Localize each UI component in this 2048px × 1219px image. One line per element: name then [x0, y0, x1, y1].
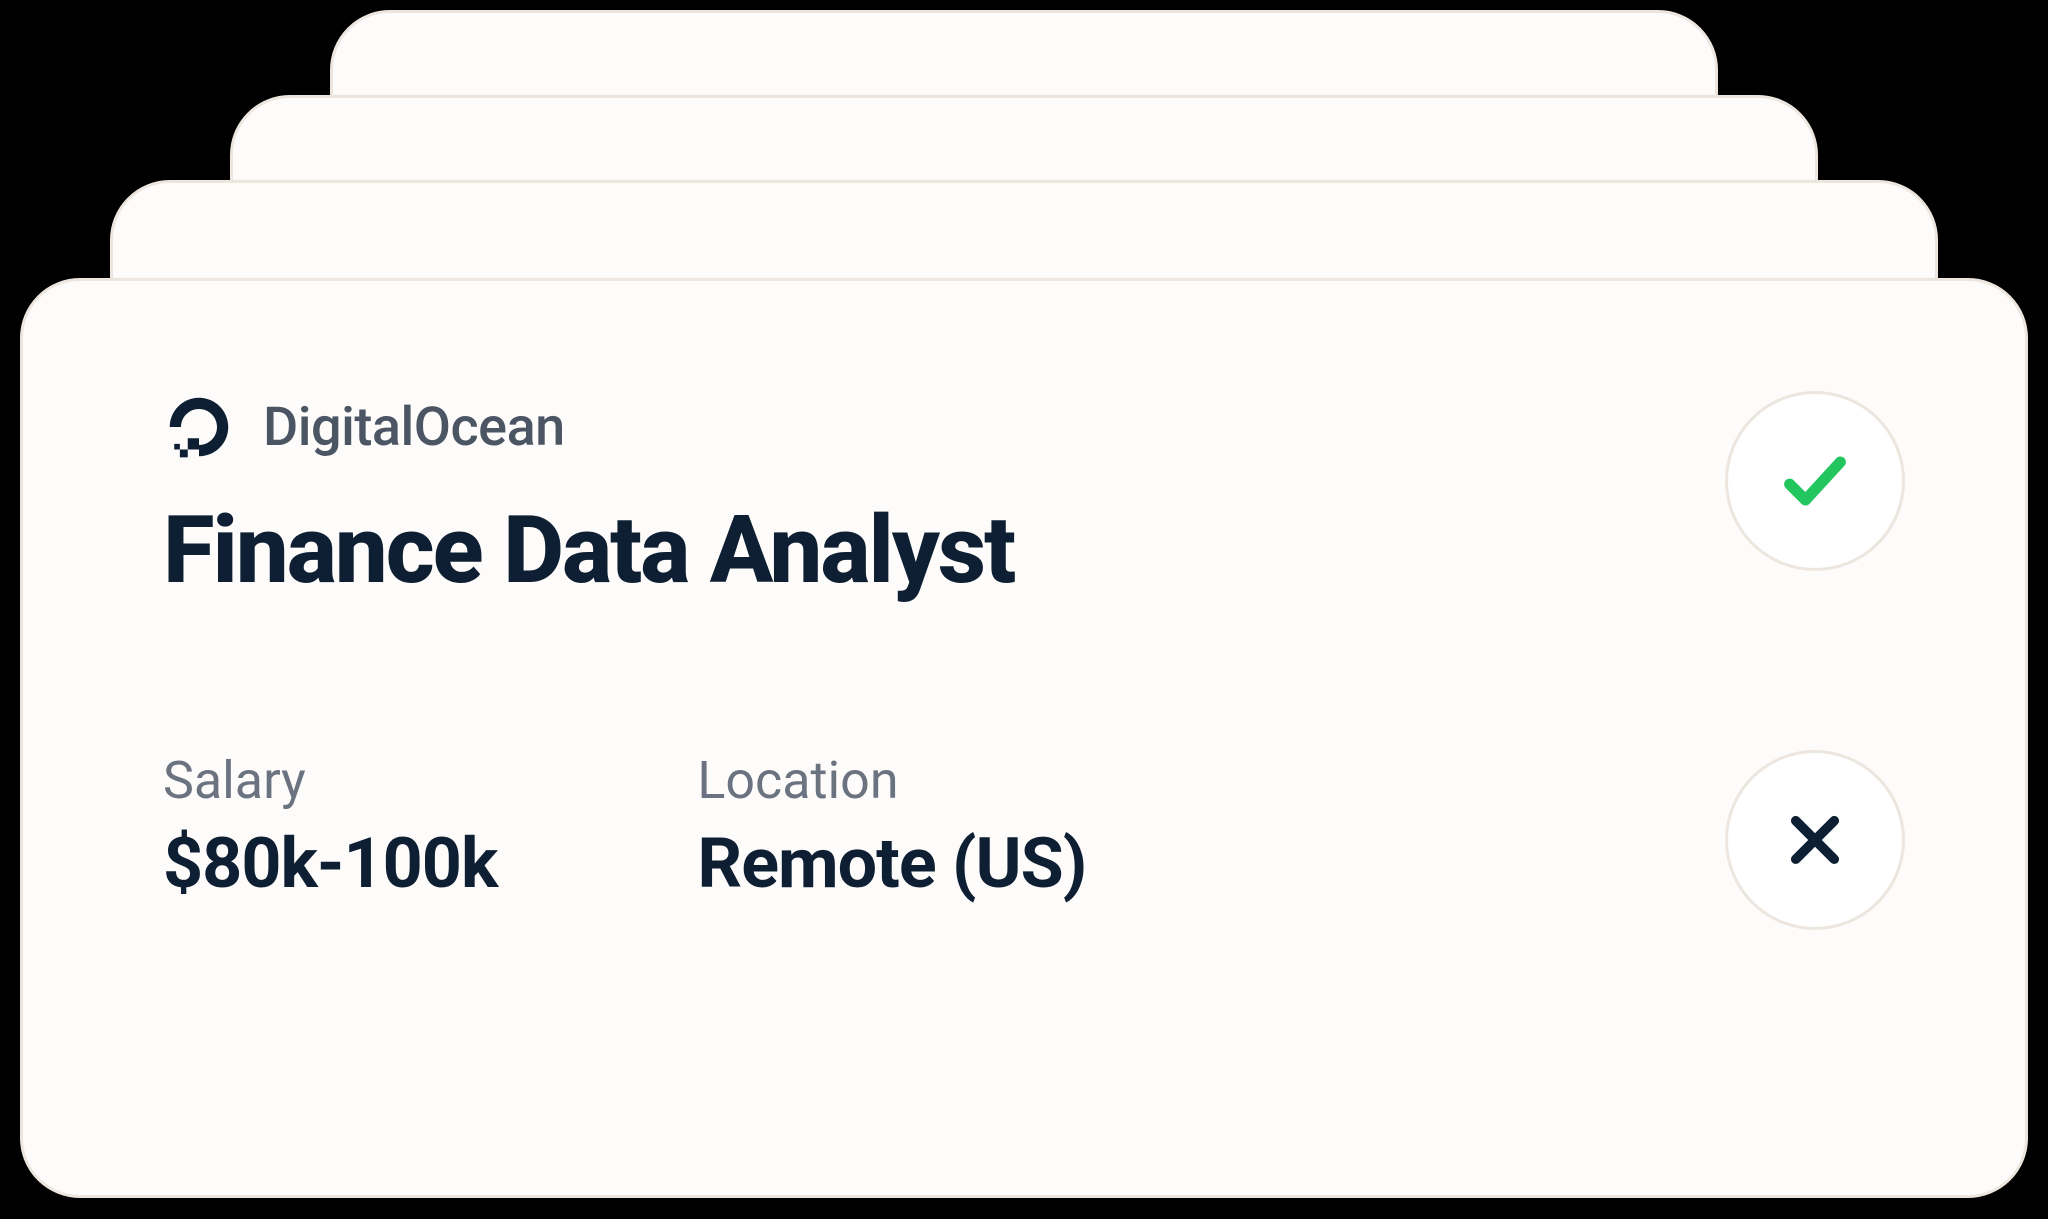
location-value: Remote (US) [697, 823, 1086, 905]
job-card[interactable]: DigitalOcean Finance Data Analyst Salary [20, 278, 2028, 1198]
location-label: Location [697, 750, 1086, 811]
company-row: DigitalOcean [163, 391, 1725, 463]
job-title: Finance Data Analyst [163, 501, 1725, 600]
salary-block: Salary $80k-100k [163, 750, 497, 905]
location-block: Location Remote (US) [697, 750, 1086, 905]
job-card-stack: DigitalOcean Finance Data Analyst Salary [0, 0, 2048, 1219]
accept-button[interactable] [1725, 391, 1905, 571]
salary-value: $80k-100k [163, 823, 497, 905]
company-name: DigitalOcean [263, 396, 565, 459]
close-icon [1782, 807, 1848, 873]
check-icon [1777, 443, 1853, 519]
salary-label: Salary [163, 750, 497, 811]
digitalocean-icon [163, 391, 235, 463]
reject-button[interactable] [1725, 750, 1905, 930]
